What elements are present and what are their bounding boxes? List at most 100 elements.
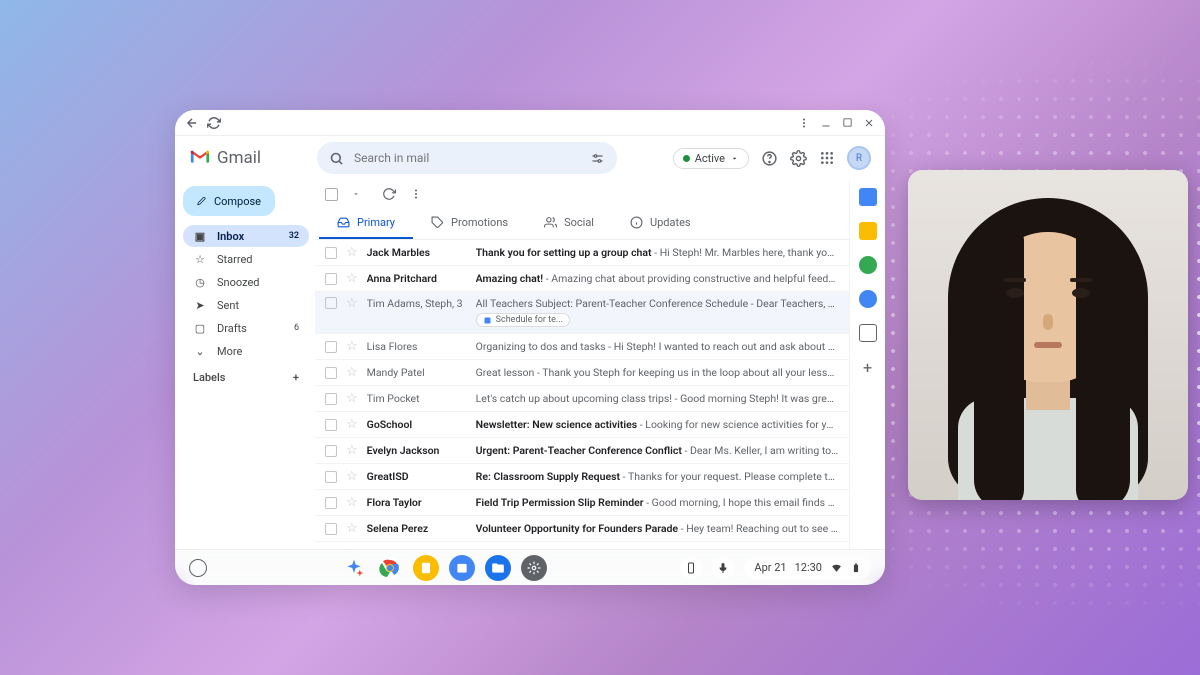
sidebar: Compose ▣ Inbox 32 ☆ Starred ◷ Snoozed ➤… (175, 180, 315, 549)
star-icon[interactable]: ☆ (346, 444, 358, 457)
chevron-down-icon[interactable] (352, 190, 360, 198)
status-dot-icon (683, 155, 690, 162)
email-row[interactable]: ☆ Tim Adams, Steph, 3 All Teachers Subje… (315, 292, 849, 334)
star-icon[interactable]: ☆ (346, 366, 358, 379)
star-icon[interactable]: ☆ (346, 246, 358, 259)
gmail-logo[interactable]: Gmail (189, 147, 299, 169)
attachment-chip[interactable]: Schedule for te... (476, 313, 570, 327)
chevron-down-icon: ⌄ (193, 345, 207, 358)
star-icon: ☆ (193, 253, 207, 266)
minimize-icon[interactable] (820, 117, 832, 129)
row-checkbox[interactable] (325, 445, 337, 457)
email-row[interactable]: ☆ GoSchool Newsletter: New science activ… (315, 412, 849, 438)
status-pill[interactable]: Active (673, 148, 749, 169)
more-vert-icon[interactable] (798, 117, 810, 129)
search-box[interactable] (317, 142, 617, 174)
email-content: Urgent: Parent-Teacher Conference Confli… (476, 444, 839, 457)
email-content: All Teachers Subject: Parent-Teacher Con… (476, 297, 839, 328)
tasks-app-icon[interactable] (859, 256, 877, 274)
clock-icon: ◷ (193, 276, 207, 289)
email-row[interactable]: ☆ Jack Marbles Thank you for setting up … (315, 240, 849, 266)
compose-button[interactable]: Compose (183, 186, 275, 216)
tab-social[interactable]: Social (526, 208, 612, 239)
tab-updates[interactable]: Updates (612, 208, 709, 239)
row-checkbox[interactable] (325, 367, 337, 379)
search-input[interactable] (354, 151, 580, 165)
reload-icon[interactable] (207, 116, 221, 130)
category-tabs: Primary Promotions Social Updates (315, 208, 849, 240)
star-icon[interactable]: ☆ (346, 470, 358, 483)
shelf-mic-icon[interactable] (712, 557, 734, 579)
star-icon[interactable]: ☆ (346, 418, 358, 431)
star-icon[interactable]: ☆ (346, 272, 358, 285)
keep-app-icon[interactable] (859, 222, 877, 240)
close-icon[interactable] (863, 117, 875, 129)
email-row[interactable]: ☆ Tim Pocket Let's catch up about upcomi… (315, 386, 849, 412)
sidebar-item-snoozed[interactable]: ◷ Snoozed (183, 271, 309, 293)
shelf-app-docs[interactable] (413, 555, 439, 581)
refresh-icon[interactable] (382, 187, 396, 201)
add-addon-icon[interactable]: + (863, 358, 872, 377)
shelf-status-area[interactable]: Apr 21 12:30 (744, 557, 871, 579)
pencil-icon (197, 194, 206, 208)
row-checkbox[interactable] (325, 273, 337, 285)
tab-promotions[interactable]: Promotions (413, 208, 526, 239)
select-all-checkbox[interactable] (325, 188, 338, 201)
email-content: Organizing to dos and tasks - Hi Steph! … (476, 340, 839, 353)
sidebar-item-more[interactable]: ⌄ More (183, 340, 309, 362)
star-icon[interactable]: ☆ (346, 496, 358, 509)
add-label-icon[interactable]: + (293, 371, 299, 384)
calendar-app-icon[interactable] (859, 188, 877, 206)
shelf-app-files[interactable] (485, 555, 511, 581)
email-row[interactable]: ☆ Best School Help Desk Technology Suppo… (315, 542, 849, 549)
row-checkbox[interactable] (325, 297, 337, 309)
inbox-icon (337, 216, 350, 229)
email-row[interactable]: ☆ Anna Pritchard Amazing chat! - Amazing… (315, 266, 849, 292)
row-checkbox[interactable] (325, 247, 337, 259)
email-row[interactable]: ☆ Mandy Patel Great lesson - Thank you S… (315, 360, 849, 386)
webcam-overlay (908, 170, 1188, 500)
apps-grid-icon[interactable] (819, 150, 835, 166)
addon-icon[interactable] (859, 324, 877, 342)
sidebar-item-sent[interactable]: ➤ Sent (183, 294, 309, 316)
email-sender: Tim Adams, Steph, 3 (367, 297, 467, 310)
row-checkbox[interactable] (325, 393, 337, 405)
email-row[interactable]: ☆ Lisa Flores Organizing to dos and task… (315, 334, 849, 360)
shelf-app-calendar[interactable] (449, 555, 475, 581)
row-checkbox[interactable] (325, 497, 337, 509)
shelf-app-assistant[interactable] (341, 555, 367, 581)
row-checkbox[interactable] (325, 471, 337, 483)
launcher-icon[interactable] (189, 559, 207, 577)
maximize-icon[interactable] (842, 117, 853, 129)
star-icon[interactable]: ☆ (346, 340, 358, 353)
contacts-app-icon[interactable] (859, 290, 877, 308)
more-icon[interactable] (410, 188, 422, 200)
back-icon[interactable] (185, 116, 199, 130)
shelf-app-chrome[interactable] (377, 555, 403, 581)
account-avatar[interactable]: R (847, 146, 871, 170)
wifi-icon (830, 561, 843, 574)
shelf-phone-icon[interactable] (680, 557, 702, 579)
email-sender: Anna Pritchard (367, 272, 467, 285)
sidebar-item-inbox[interactable]: ▣ Inbox 32 (183, 225, 309, 247)
tune-icon[interactable] (590, 151, 605, 166)
shelf-app-settings[interactable] (521, 555, 547, 581)
email-row[interactable]: ☆ Evelyn Jackson Urgent: Parent-Teacher … (315, 438, 849, 464)
settings-icon[interactable] (790, 150, 807, 167)
row-checkbox[interactable] (325, 419, 337, 431)
help-icon[interactable] (761, 150, 778, 167)
tab-primary[interactable]: Primary (319, 208, 413, 239)
row-checkbox[interactable] (325, 341, 337, 353)
email-row[interactable]: ☆ Selena Perez Volunteer Opportunity for… (315, 516, 849, 542)
email-row[interactable]: ☆ GreatISD Re: Classroom Supply Request … (315, 464, 849, 490)
row-checkbox[interactable] (325, 523, 337, 535)
email-sender: Jack Marbles (367, 246, 467, 259)
sidebar-item-starred[interactable]: ☆ Starred (183, 248, 309, 270)
email-row[interactable]: ☆ Flora Taylor Field Trip Permission Sli… (315, 490, 849, 516)
star-icon[interactable]: ☆ (346, 297, 358, 310)
star-icon[interactable]: ☆ (346, 522, 358, 535)
sidebar-item-drafts[interactable]: ▢ Drafts 6 (183, 317, 309, 339)
star-icon[interactable]: ☆ (346, 392, 358, 405)
browser-toolbar (175, 110, 885, 136)
email-sender: Flora Taylor (367, 496, 467, 509)
